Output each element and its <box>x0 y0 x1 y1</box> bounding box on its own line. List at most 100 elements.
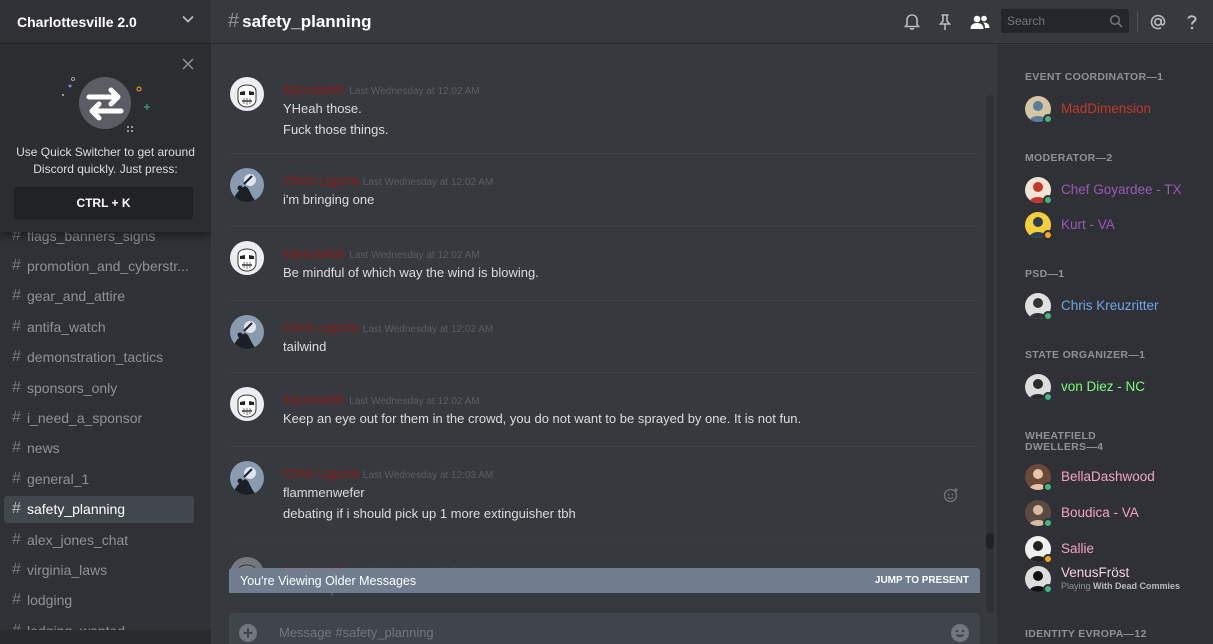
chat-area: # safety_planning Search lolyouwish Last … <box>211 0 1213 644</box>
search-input[interactable]: Search <box>1001 9 1129 33</box>
channel-hash-icon: # <box>12 439 21 457</box>
older-messages-text: You're Viewing Older Messages <box>240 573 417 588</box>
topbar-divider <box>1137 12 1138 32</box>
member-item[interactable]: Boudica - VA <box>1025 500 1210 528</box>
channel-item-virginia-laws[interactable]: # virginia_laws <box>4 556 194 583</box>
channel-title: safety_planning <box>242 11 372 31</box>
member-activity: Playing With Dead Commies <box>1061 581 1180 591</box>
quick-switcher-shortcut[interactable]: CTRL + K <box>14 187 193 219</box>
server-header[interactable]: Charlottesville 2.0 <box>0 0 211 44</box>
channel-hash-icon: # <box>12 500 21 518</box>
server-name: Charlottesville 2.0 <box>17 13 137 30</box>
channel-item-lodging[interactable]: # lodging <box>4 587 194 614</box>
message-header: Chris Liguria Last Wednesday at 12:02 AM <box>283 172 493 190</box>
channel-hash-icon: # <box>12 317 21 335</box>
channel-sidebar: Charlottesville 2.0 # flags_banners_signs… <box>0 0 211 644</box>
user-avatar[interactable] <box>230 461 264 495</box>
member-name: BellaDashwood <box>1061 469 1155 484</box>
user-avatar[interactable] <box>230 315 264 349</box>
channel-item-sponsors-only[interactable]: # sponsors_only <box>4 374 194 401</box>
message-author[interactable]: lolyouwish <box>283 82 345 97</box>
channel-hash-icon: # <box>228 10 240 32</box>
chevron-down-icon[interactable] <box>181 12 195 26</box>
status-indicator <box>1043 584 1053 594</box>
member-item[interactable]: von Diez - NC <box>1025 374 1210 402</box>
message-composer <box>229 613 980 644</box>
channel-item-safety-planning[interactable]: # safety_planning <box>4 495 194 523</box>
channel-item-alex-jones-chat[interactable]: # alex_jones_chat <box>4 526 194 553</box>
message-input[interactable] <box>279 621 879 643</box>
upload-plus-icon[interactable] <box>238 623 258 643</box>
message-text: i'm bringing one <box>283 192 375 207</box>
older-messages-banner: You're Viewing Older Messages JUMP TO PR… <box>229 568 980 593</box>
message-author[interactable]: lolyouwish <box>283 246 345 261</box>
trooper-avatar-icon <box>230 387 264 421</box>
channel-item-antifa-watch[interactable]: # antifa_watch <box>4 313 194 340</box>
channel-name: sponsors_only <box>27 379 118 396</box>
quick-switcher-popup: Use Quick Switcher to get around Discord… <box>0 45 211 232</box>
member-item[interactable]: MadDimension <box>1025 96 1210 124</box>
quick-switcher-text-line2: Discord quickly. Just press: <box>33 162 178 176</box>
help-icon[interactable] <box>1182 12 1202 32</box>
channel-name: demonstration_tactics <box>27 349 164 366</box>
message-author[interactable]: Chris Liguria <box>283 466 359 481</box>
message-author[interactable]: Chris Liguria <box>283 173 359 188</box>
jump-to-present-button[interactable]: JUMP TO PRESENT <box>875 575 969 586</box>
message-group: lolyouwish Last Wednesday at 12:02 AM Keep… <box>229 372 979 446</box>
member-item[interactable]: Chef Goyardee - TX <box>1025 177 1210 205</box>
member-item[interactable]: VenusFröst Playing With Dead Commies <box>1025 565 1210 594</box>
user-avatar[interactable] <box>230 387 264 421</box>
add-reaction-icon[interactable] <box>943 487 959 503</box>
bell-icon[interactable] <box>902 12 922 32</box>
channel-item-news[interactable]: # news <box>4 435 194 462</box>
channel-item-demonstration-tactics[interactable]: # demonstration_tactics <box>4 344 194 371</box>
close-icon[interactable] <box>181 57 195 71</box>
members-icon[interactable] <box>969 12 991 32</box>
message-timestamp: Last Wednesday at 12:02 AM <box>349 396 480 407</box>
message-timestamp: Last Wednesday at 12:02 AM <box>362 324 494 335</box>
user-avatar[interactable] <box>230 77 264 111</box>
channel-name: general_1 <box>27 470 90 487</box>
status-indicator <box>1043 554 1053 564</box>
status-indicator <box>1043 230 1053 240</box>
role-header: IDENTITY EVROPA—12 <box>1025 628 1147 640</box>
scrollbar[interactable] <box>986 95 994 613</box>
user-avatar[interactable] <box>230 168 264 202</box>
scroll-thumb[interactable] <box>986 533 994 549</box>
channel-hash-icon: # <box>12 408 21 426</box>
channel-item-promotion-and-cyberstr[interactable]: # promotion_and_cyberstr... <box>4 252 194 279</box>
message-text: YHeah those. <box>283 101 362 116</box>
member-item[interactable]: Sallie <box>1025 536 1210 564</box>
mentions-icon[interactable] <box>1148 12 1168 32</box>
message-author[interactable]: Chris Liguria <box>283 320 359 335</box>
member-name: VenusFröst <box>1061 565 1130 580</box>
channel-hash-icon: # <box>12 378 21 396</box>
channel-hash-icon: # <box>12 591 21 609</box>
emoji-icon[interactable] <box>950 623 970 643</box>
member-name: MadDimension <box>1061 101 1152 116</box>
user-panel <box>0 630 211 644</box>
role-header: PSD—1 <box>1025 268 1065 280</box>
channel-name: alex_jones_chat <box>27 531 129 548</box>
pin-icon[interactable] <box>935 12 955 32</box>
channel-name: lodging <box>27 592 73 609</box>
message-timestamp: Last Wednesday at 12:02 AM <box>362 177 494 188</box>
member-item[interactable]: BellaDashwood <box>1025 464 1210 492</box>
channel-item-general-1[interactable]: # general_1 <box>4 465 194 492</box>
channel-item-i-need-a-sponsor[interactable]: # i_need_a_sponsor <box>4 404 194 431</box>
silhouette-avatar-icon <box>230 315 264 349</box>
message-text: debating if i should pick up 1 more exti… <box>283 506 576 521</box>
member-item[interactable]: Kurt - VA <box>1025 212 1210 240</box>
quick-switcher-illustration-icon <box>62 77 150 132</box>
discord-app: Charlottesville 2.0 # flags_banners_signs… <box>0 0 1213 644</box>
channel-name: safety_planning <box>27 501 126 518</box>
channel-item-gear-and-attire[interactable]: # gear_and_attire <box>4 283 194 310</box>
message-group: lolyouwish Last Wednesday at 12:02 AM Be m… <box>229 226 979 300</box>
message-author[interactable]: lolyouwish <box>283 392 345 407</box>
message-header: lolyouwish Last Wednesday at 12:02 AM <box>283 81 480 99</box>
channel-topbar: # safety_planning Search <box>211 0 1213 44</box>
message-group: Chris Liguria Last Wednesday at 12:03 AM f… <box>229 446 979 542</box>
user-avatar[interactable] <box>230 241 264 275</box>
member-item[interactable]: Chris Kreuzritter <box>1025 293 1210 321</box>
channel-name: antifa_watch <box>27 318 106 335</box>
